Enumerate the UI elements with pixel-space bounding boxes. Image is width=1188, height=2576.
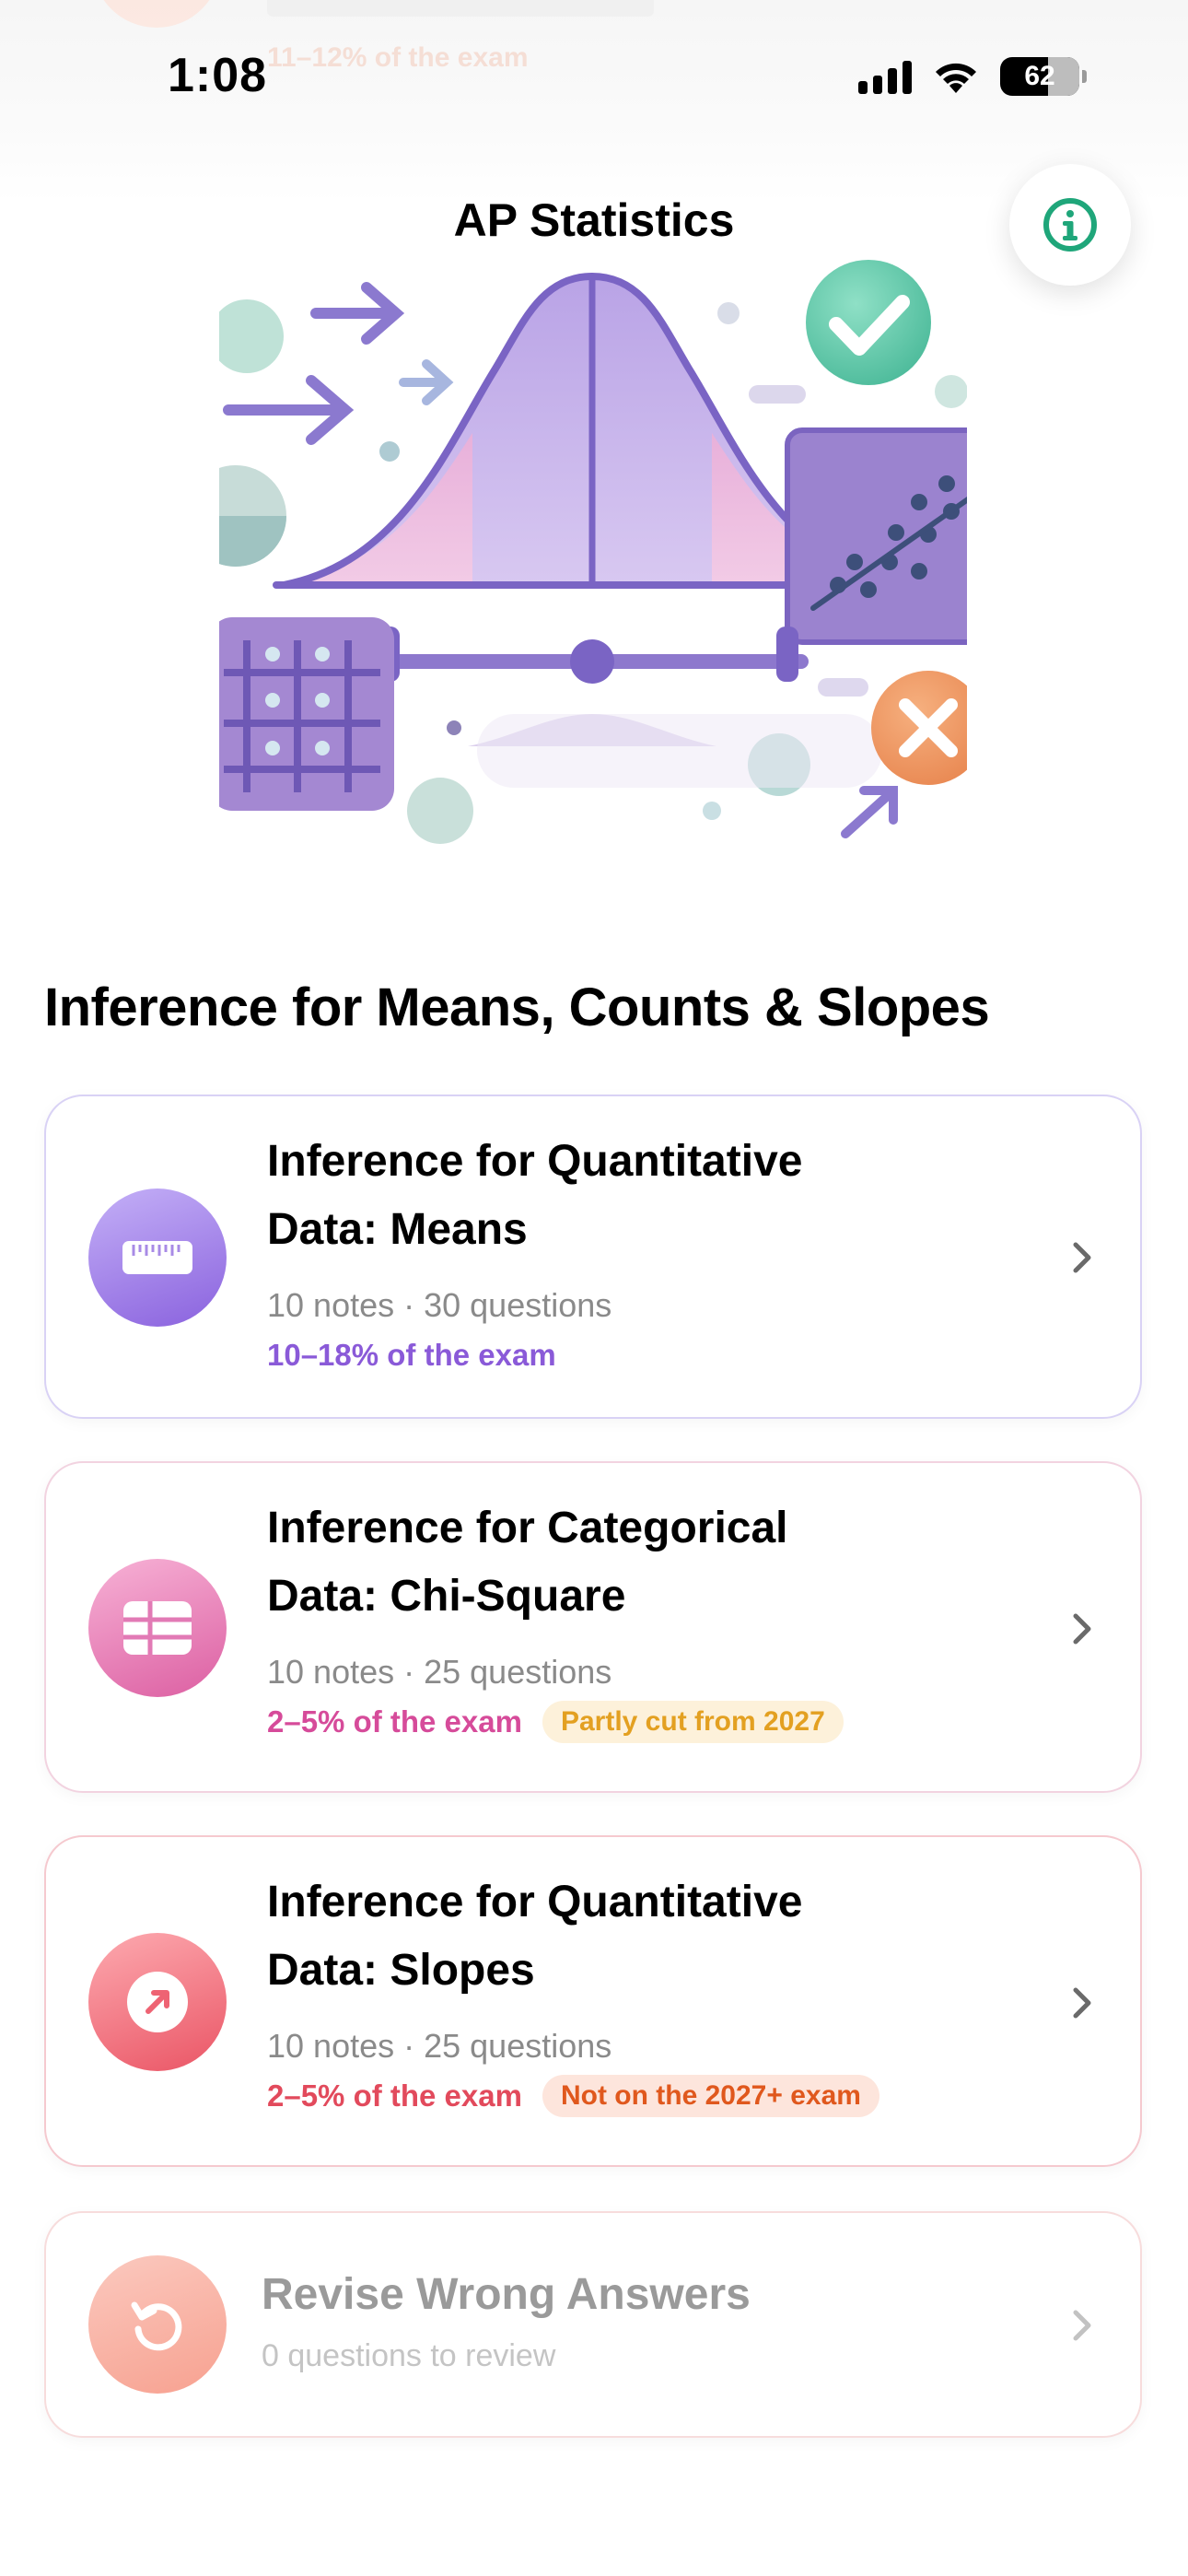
exam-weight: 2–5% of the exam — [267, 2078, 522, 2113]
status-badge: Not on the 2027+ exam — [542, 2075, 879, 2117]
status-icons: 62 — [858, 57, 1087, 96]
status-time: 1:08 — [168, 49, 268, 102]
card-meta: 10 notes · 25 questions — [267, 1653, 612, 1691]
statistics-hero-illustration — [219, 260, 967, 844]
redo-icon — [131, 2301, 182, 2351]
card-tagline: 2–5% of the exam Not on the 2027+ exam — [267, 2075, 879, 2117]
info-icon — [1043, 198, 1097, 252]
chevron-right-icon — [1073, 1613, 1091, 1645]
revise-icon-badge — [88, 2255, 227, 2394]
chevron-right-icon — [1073, 2310, 1091, 2341]
info-button[interactable] — [1009, 164, 1131, 286]
battery-icon: 62 — [1000, 57, 1087, 96]
revise-wrong-answers-card[interactable]: Revise Wrong Answers 0 questions to revi… — [44, 2211, 1142, 2438]
chi-square-icon-badge — [88, 1559, 227, 1697]
ruler-icon — [122, 1241, 192, 1274]
trend-arrow-icon — [127, 1972, 188, 2032]
table-icon — [123, 1601, 192, 1655]
card-tagline: 10–18% of the exam — [267, 1338, 556, 1373]
chevron-right-icon — [1073, 1987, 1091, 2019]
cellular-signal-icon — [858, 59, 912, 94]
card-title: Inference for Quantitative Data: Slopes — [267, 1878, 803, 1995]
card-meta: 0 questions to review — [262, 2338, 556, 2373]
card-meta: 10 notes · 30 questions — [267, 1286, 612, 1324]
means-icon-badge — [88, 1188, 227, 1327]
wifi-icon — [936, 63, 976, 93]
battery-level: 62 — [1024, 61, 1055, 91]
unit-card-chi-square[interactable]: Inference for Categorical Data: Chi-Squa… — [44, 1461, 1142, 1793]
section-title: Inference for Means, Counts & Slopes — [44, 978, 990, 1037]
card-title: Revise Wrong Answers — [262, 2270, 751, 2319]
status-bar: 1:08 62 — [0, 0, 1188, 157]
exam-weight: 2–5% of the exam — [267, 1704, 522, 1739]
unit-card-slopes[interactable]: Inference for Quantitative Data: Slopes … — [44, 1835, 1142, 2167]
slopes-icon-badge — [88, 1933, 227, 2071]
card-tagline: 2–5% of the exam Partly cut from 2027 — [267, 1701, 844, 1743]
card-title: Inference for Categorical Data: Chi-Squa… — [267, 1504, 788, 1621]
card-meta: 10 notes · 25 questions — [267, 2027, 612, 2065]
unit-card-means[interactable]: Inference for Quantitative Data: Means 1… — [44, 1095, 1142, 1419]
status-badge: Partly cut from 2027 — [542, 1701, 844, 1743]
card-title: Inference for Quantitative Data: Means — [267, 1137, 803, 1254]
chevron-right-icon — [1073, 1242, 1091, 1273]
exam-weight: 10–18% of the exam — [267, 1338, 556, 1372]
